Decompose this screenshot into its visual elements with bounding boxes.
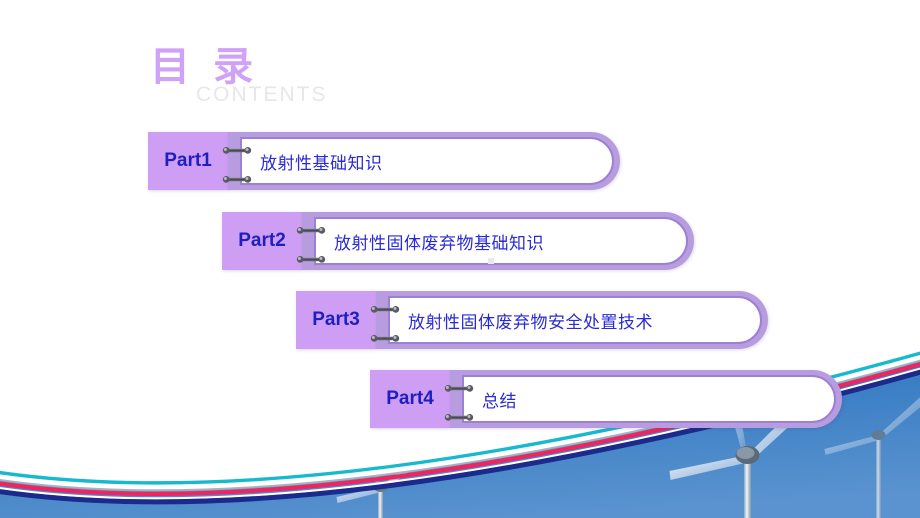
screw-connector-icon <box>370 301 400 313</box>
part-number-box[interactable]: Part2 <box>222 212 302 270</box>
contents-row[interactable]: Part2 放射性固体废弃物基础知识 <box>222 212 694 270</box>
part-number-label: Part3 <box>312 309 360 330</box>
contents-row[interactable]: Part4 总结 <box>370 370 842 428</box>
screw-connector-icon <box>444 409 474 421</box>
screw-connector-icon <box>370 330 400 342</box>
content-capsule-inner: 总结 <box>462 375 836 423</box>
faint-speck <box>488 258 494 264</box>
slide-canvas: 目 录 CONTENTS Part1 放射性基础知识 Part2 放射性固体废弃… <box>0 0 920 518</box>
content-item-text: 总结 <box>482 391 517 411</box>
part-number-label: Part1 <box>164 150 212 171</box>
contents-row[interactable]: Part1 放射性基础知识 <box>148 132 620 190</box>
part-number-label: Part2 <box>238 230 286 251</box>
content-capsule[interactable]: 放射性基础知识 <box>228 132 620 190</box>
content-item-text: 放射性基础知识 <box>260 153 383 173</box>
page-subtitle: CONTENTS <box>196 83 328 106</box>
part-number-label: Part4 <box>386 388 434 409</box>
content-item-text: 放射性固体废弃物安全处置技术 <box>408 312 653 332</box>
screw-connector-icon <box>222 171 252 183</box>
content-capsule-inner: 放射性固体废弃物基础知识 <box>314 217 688 265</box>
part-number-box[interactable]: Part3 <box>296 291 376 349</box>
contents-row[interactable]: Part3 放射性固体废弃物安全处置技术 <box>296 291 768 349</box>
wind-turbine <box>336 457 421 518</box>
screw-connector-icon <box>222 142 252 154</box>
content-capsule-inner: 放射性基础知识 <box>240 137 614 185</box>
part-number-box[interactable]: Part1 <box>148 132 228 190</box>
content-capsule[interactable]: 放射性固体废弃物安全处置技术 <box>376 291 768 349</box>
screw-connector-icon <box>296 222 326 234</box>
content-item-text: 放射性固体废弃物基础知识 <box>334 233 544 253</box>
page-heading: 目 录 CONTENTS <box>150 44 570 110</box>
screw-connector-icon <box>296 251 326 263</box>
content-capsule[interactable]: 放射性固体废弃物基础知识 <box>302 212 694 270</box>
part-number-box[interactable]: Part4 <box>370 370 450 428</box>
content-capsule[interactable]: 总结 <box>450 370 842 428</box>
screw-connector-icon <box>444 380 474 392</box>
content-capsule-inner: 放射性固体废弃物安全处置技术 <box>388 296 762 344</box>
